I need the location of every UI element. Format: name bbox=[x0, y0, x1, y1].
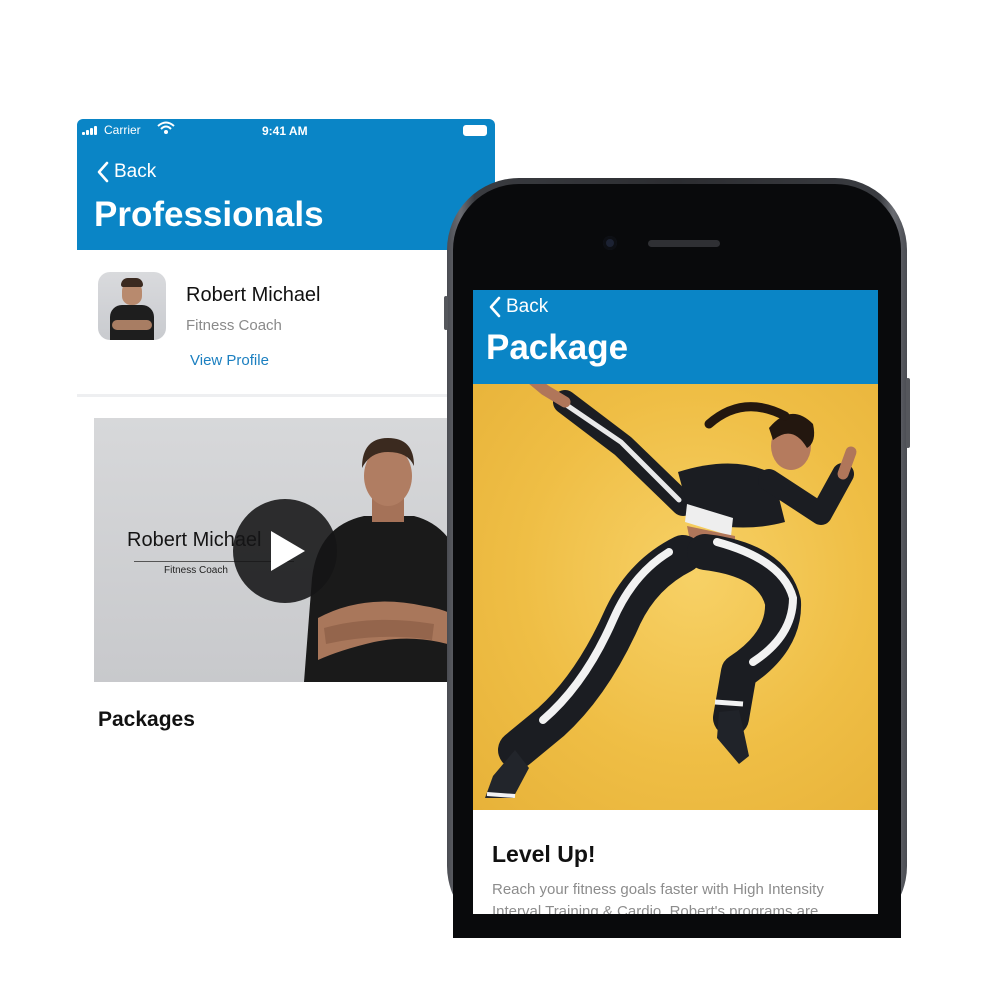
package-description: Reach your fitness goals faster with Hig… bbox=[492, 881, 824, 914]
professional-role: Fitness Coach bbox=[186, 317, 282, 334]
package-title: Level Up! bbox=[492, 841, 596, 867]
divider bbox=[77, 394, 495, 397]
intro-video[interactable]: Robert Michael Fitness Coach bbox=[94, 418, 474, 682]
packages-heading: Packages bbox=[98, 708, 195, 731]
earpiece-speaker bbox=[648, 240, 720, 247]
page-title: Package bbox=[486, 328, 629, 367]
signal-icon bbox=[82, 126, 97, 135]
play-icon bbox=[271, 531, 305, 571]
battery-icon bbox=[463, 125, 487, 136]
professionals-screen: Carrier 9:41 AM Back Professionals Rober… bbox=[77, 119, 495, 819]
view-profile-link[interactable]: View Profile bbox=[190, 352, 269, 369]
back-button[interactable]: Back bbox=[488, 296, 548, 318]
package-screen: Back Package Level Up! Reach your fitnes… bbox=[473, 290, 878, 914]
back-button[interactable]: Back bbox=[96, 161, 156, 183]
volume-button bbox=[906, 378, 910, 448]
professionals-header: Carrier 9:41 AM Back Professionals bbox=[77, 119, 495, 250]
status-bar: Carrier 9:41 AM bbox=[77, 119, 495, 141]
package-header: Back Package bbox=[473, 290, 878, 384]
professional-card[interactable]: Robert Michael Fitness Coach View Profil… bbox=[77, 250, 495, 390]
package-hero-image bbox=[473, 384, 878, 810]
professional-name: Robert Michael bbox=[186, 284, 321, 306]
back-label: Back bbox=[114, 161, 157, 182]
carrier-label: Carrier bbox=[104, 123, 141, 137]
play-button[interactable] bbox=[233, 499, 337, 603]
page-title: Professionals bbox=[94, 195, 324, 234]
chevron-left-icon bbox=[97, 161, 109, 183]
chevron-left-icon bbox=[489, 296, 501, 318]
front-camera bbox=[603, 236, 617, 250]
back-label: Back bbox=[506, 296, 549, 317]
side-button bbox=[444, 296, 448, 330]
video-overlay-role: Fitness Coach bbox=[164, 565, 228, 576]
runner-photo bbox=[485, 384, 857, 798]
avatar bbox=[98, 272, 166, 340]
status-time: 9:41 AM bbox=[262, 124, 308, 138]
wifi-icon bbox=[157, 121, 175, 138]
